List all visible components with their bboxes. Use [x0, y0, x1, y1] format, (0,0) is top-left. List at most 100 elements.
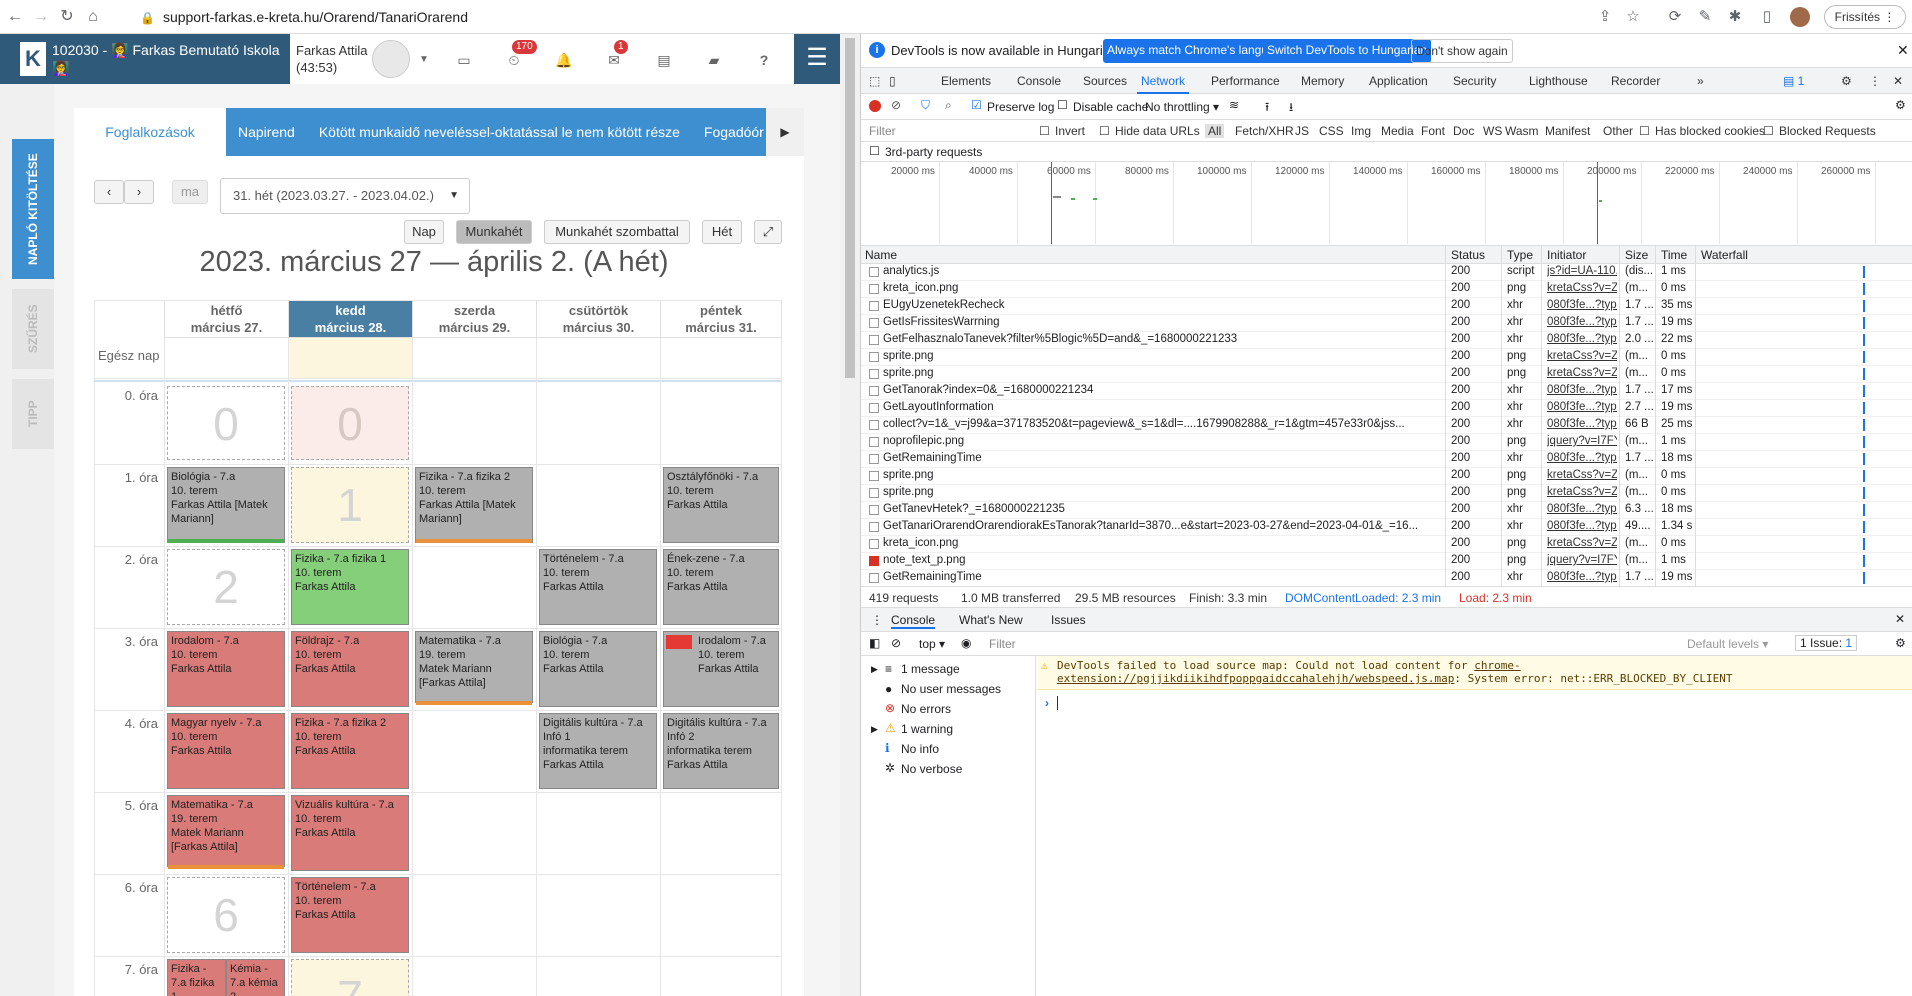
cell-initiator[interactable]: 080f3fe...?typ...: [1547, 333, 1617, 345]
cell-initiator[interactable]: jquery?v=I7FY...: [1547, 435, 1617, 447]
card-icon[interactable]: ▤: [654, 50, 674, 70]
type-font[interactable]: Font: [1421, 124, 1445, 138]
tab-sources[interactable]: Sources: [1083, 68, 1127, 94]
prev-week-button[interactable]: ‹: [94, 180, 124, 204]
cell-initiator[interactable]: 080f3fe...?typ...: [1547, 401, 1617, 413]
type-media[interactable]: Media: [1381, 124, 1414, 138]
cell-initiator[interactable]: kretaCss?v=Z...: [1547, 469, 1617, 481]
lesson-card[interactable]: Matematika - 7.a 19. terem Matek Mariann…: [415, 631, 533, 703]
type-all[interactable]: All: [1205, 124, 1225, 138]
pen-icon[interactable]: ✎: [1694, 6, 1716, 28]
cell-initiator[interactable]: 080f3fe...?typ...: [1547, 571, 1617, 583]
search-icon[interactable]: ⌕: [945, 98, 952, 113]
lesson-card[interactable]: Biológia - 7.a 10. terem Farkas Attila: [539, 631, 657, 707]
lesson-card[interactable]: Biológia - 7.a 10. terem Farkas Attila […: [167, 467, 285, 543]
lesson-card[interactable]: Fizika - 7.a fizika 1 10. terem: [167, 959, 226, 996]
reload-icon[interactable]: ↻: [56, 6, 78, 28]
disable-cache-checkbox[interactable]: ☐: [1057, 98, 1068, 112]
col-name[interactable]: Name: [865, 248, 897, 262]
tab-application[interactable]: Application: [1369, 68, 1428, 94]
close-drawer-icon[interactable]: ✕: [1895, 612, 1905, 626]
network-row[interactable]: GetTanorak?index=0&_=1680000221234 200 xhr…: [861, 383, 1912, 400]
col-status[interactable]: Status: [1451, 248, 1485, 262]
network-row[interactable]: kreta_icon.png 200 png kretaCss?v=Z... (m...…: [861, 536, 1912, 553]
profile-avatar[interactable]: [1790, 7, 1810, 27]
cell-initiator[interactable]: kretaCss?v=Z...: [1547, 486, 1617, 498]
lesson-card[interactable]: Irodalom - 7.a 10. terem Farkas Attila: [167, 631, 285, 707]
cell-initiator[interactable]: 080f3fe...?typ...: [1547, 520, 1617, 532]
lesson-card[interactable]: Vizuális kultúra - 7.a 10. terem Farkas …: [291, 795, 409, 871]
extension-icon[interactable]: ⟳: [1664, 6, 1686, 28]
clock-icon[interactable]: ⏲ 170: [504, 40, 537, 70]
console-filter-input[interactable]: Filter: [989, 637, 1016, 651]
dont-show-again-button[interactable]: Don't show again: [1411, 39, 1513, 63]
preserve-log-checkbox[interactable]: ☑: [971, 98, 982, 112]
drawer-menu-icon[interactable]: ⋮: [871, 613, 883, 627]
lesson-card[interactable]: Osztályfőnöki - 7.a 10. terem Farkas Att…: [663, 467, 779, 543]
col-waterfall[interactable]: Waterfall: [1701, 248, 1748, 262]
cell-initiator[interactable]: jquery?v=I7FY...: [1547, 554, 1617, 566]
sidebar-tab-naplo[interactable]: NAPLÓ KITÖLTÉSE: [12, 139, 54, 279]
network-settings-icon[interactable]: ⚙: [1895, 98, 1906, 112]
blocked-requests-checkbox[interactable]: ☐: [1763, 124, 1774, 138]
tab-performance[interactable]: Performance: [1211, 68, 1280, 94]
console-group-errors[interactable]: No errors: [901, 702, 951, 716]
monitor-icon[interactable]: ▭: [454, 50, 474, 70]
update-button[interactable]: Frissítés ⋮: [1824, 5, 1906, 29]
network-row[interactable]: GetRemainingTime 200 xhr 080f3fe...?typ... 1…: [861, 451, 1912, 468]
col-initiator[interactable]: Initiator: [1547, 248, 1586, 262]
empty-slot[interactable]: 2: [167, 549, 285, 625]
view-munkahet-button[interactable]: Munkahét: [456, 220, 532, 244]
type-fetch-xhr[interactable]: Fetch/XHR: [1235, 124, 1294, 138]
kebab-menu-icon[interactable]: ⋮: [1869, 68, 1881, 94]
issues-badge[interactable]: ▤ 1: [1783, 68, 1804, 94]
network-row[interactable]: collect?v=1&_v=j99&a=371783520&t=pagevie…: [861, 417, 1912, 434]
cell-initiator[interactable]: kretaCss?v=Z...: [1547, 350, 1617, 362]
network-row[interactable]: GetLayoutInformation 200 xhr 080f3fe...?typ…: [861, 400, 1912, 417]
back-icon[interactable]: ←: [4, 6, 26, 28]
network-row[interactable]: kreta_icon.png 200 png kretaCss?v=Z... (m...…: [861, 281, 1912, 298]
type-css[interactable]: CSS: [1319, 124, 1344, 138]
drawer-tab-whats-new[interactable]: What's New: [959, 613, 1023, 627]
settings-icon[interactable]: ⚙: [1841, 68, 1852, 94]
col-size[interactable]: Size: [1625, 248, 1648, 262]
lesson-card[interactable]: Fizika - 7.a fizika 2 10. terem Farkas A…: [415, 467, 533, 543]
week-select[interactable]: 31. hét (2023.03.27. - 2023.04.02.) ▼: [220, 178, 470, 214]
help-icon[interactable]: ?: [754, 50, 774, 70]
empty-slot[interactable]: 7: [291, 959, 409, 996]
lesson-card[interactable]: Történelem - 7.a 10. terem Farkas Attila: [291, 877, 409, 953]
cell-initiator[interactable]: kretaCss?v=Z...: [1547, 367, 1617, 379]
drawer-tab-console[interactable]: Console: [891, 613, 936, 629]
filter-icon[interactable]: ⛉: [921, 98, 930, 113]
forward-icon[interactable]: →: [30, 6, 52, 28]
close-devtools-icon[interactable]: ✕: [1893, 68, 1903, 94]
more-tabs-icon[interactable]: »: [1697, 68, 1704, 94]
switch-language-button[interactable]: Switch DevTools to Hungarian: [1263, 39, 1432, 63]
page-scrollbar[interactable]: [840, 34, 860, 996]
close-icon[interactable]: ✕: [1897, 42, 1909, 59]
view-het-button[interactable]: Hét: [702, 220, 742, 244]
tab-network[interactable]: Network: [1137, 68, 1190, 94]
note-icon[interactable]: [666, 635, 692, 649]
book-icon[interactable]: ▰: [704, 50, 724, 70]
type-js[interactable]: JS: [1295, 124, 1309, 138]
invert-checkbox[interactable]: ☐: [1039, 124, 1050, 138]
sidebar-tab-szures[interactable]: SZŰRÉS: [12, 289, 54, 369]
network-row[interactable]: sprite.png 200 png kretaCss?v=Z... (m... 0 ms: [861, 485, 1912, 502]
col-time[interactable]: Time: [1661, 248, 1687, 262]
type-doc[interactable]: Doc: [1453, 124, 1474, 138]
inspect-icon[interactable]: ⬚: [869, 68, 880, 94]
cell-initiator[interactable]: 080f3fe...?typ...: [1547, 418, 1617, 430]
network-row[interactable]: GetIsFrissitesWarrning 200 xhr 080f3fe...?t…: [861, 315, 1912, 332]
console-group-info[interactable]: No info: [901, 742, 939, 756]
network-row[interactable]: analytics.js 200 script js?id=UA-110... (dis…: [861, 264, 1912, 281]
type-img[interactable]: Img: [1351, 124, 1371, 138]
type-ws[interactable]: WS: [1483, 124, 1502, 138]
empty-slot[interactable]: 0: [167, 386, 285, 460]
network-row[interactable]: GetRemainingTime 200 xhr 080f3fe...?typ... 1…: [861, 570, 1912, 587]
expand-icon[interactable]: ▶: [871, 724, 878, 735]
type-manifest[interactable]: Manifest: [1545, 124, 1590, 138]
network-row[interactable]: sprite.png 200 png kretaCss?v=Z... (m... 0 ms: [861, 366, 1912, 383]
cell-initiator[interactable]: 080f3fe...?typ...: [1547, 384, 1617, 396]
network-row[interactable]: note_text_p.png 200 png jquery?v=I7FY... (m.…: [861, 553, 1912, 570]
